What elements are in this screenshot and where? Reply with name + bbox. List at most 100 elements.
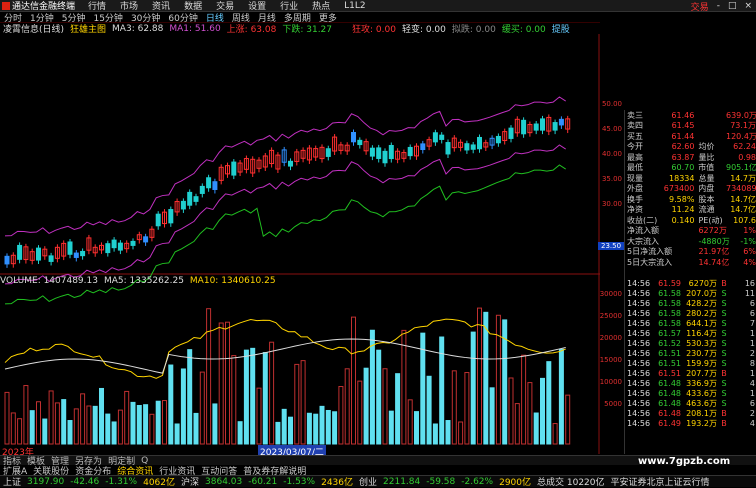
candle-body (67, 241, 73, 255)
quote-row: 卖四 61.45 73.1万 (627, 121, 756, 131)
volume-bar (470, 331, 476, 445)
status-p: -1.53% (283, 476, 316, 487)
volume-bar (432, 423, 438, 445)
trade-list[interactable]: 14:56 61.59 6270万 B 16 14:56 61.58 207.0万 S 11 14:… (624, 278, 756, 454)
volume-header: VOLUME: 1407489.13 MA5: 1335262.25 MA10:… (0, 276, 600, 286)
candle-body (464, 143, 470, 151)
trade-row: 14:56 61.51 207.7万 B 1 (627, 368, 755, 378)
volume-axis-label: 15000 (599, 356, 622, 364)
quote-row: 换手 9.58% 股本 14.7亿 (627, 194, 756, 204)
candle-body (187, 191, 193, 206)
volume-bar (319, 405, 325, 445)
trade-row: 14:56 61.58 207.0万 S 11 (627, 288, 755, 298)
status-p: -1.31% (105, 476, 138, 487)
candle-body (388, 144, 394, 160)
candle-body (533, 123, 539, 131)
quote-row: 最低 60.70 市值 905.1亿 (627, 163, 756, 173)
maximize-button[interactable]: □ (724, 1, 741, 11)
volume-bar (67, 420, 73, 445)
volume-bar (143, 404, 149, 445)
volume-bar (445, 420, 451, 445)
candle-body (495, 135, 501, 144)
candle-body (130, 240, 136, 246)
candle-body (80, 250, 86, 257)
candle-body (117, 242, 123, 251)
ma3-value: MA3: 62.88 (112, 23, 164, 34)
volume-bar (306, 412, 312, 445)
minimize-button[interactable]: - (713, 1, 724, 11)
volume-bar (23, 385, 29, 445)
volume-bar (130, 401, 136, 445)
volume-bar (99, 387, 104, 445)
volume-bar (338, 386, 344, 445)
volume-bar (225, 321, 230, 445)
lower-band-line (4, 144, 566, 285)
volume-bar (288, 416, 293, 445)
volume-axis-label: 10000 (599, 378, 622, 386)
quote-row: 今开 62.60 均价 62.24 (627, 142, 756, 152)
price-axis-label: 30.00 (601, 200, 622, 208)
volume-axis-label: 5000 (604, 400, 622, 408)
volume-bar (325, 409, 331, 445)
volume-bar (458, 421, 464, 445)
volume-bar (155, 400, 161, 445)
candle-body (382, 150, 388, 164)
candle-body (206, 177, 212, 189)
window-controls: 交易 - □ × (687, 0, 756, 13)
volume-bar (275, 421, 281, 445)
volume-bar (180, 368, 186, 445)
volume-bar (489, 387, 495, 445)
trade-row: 14:56 61.51 230.7万 S 2 (627, 348, 755, 358)
candle-body (558, 118, 564, 126)
status-n: 沪深 (181, 478, 200, 488)
volume-bar (73, 408, 79, 445)
trade-button[interactable]: 交易 (687, 0, 713, 13)
volume-bar (187, 349, 193, 445)
status-v: 3197.90 (27, 476, 65, 487)
close-button[interactable]: × (740, 1, 756, 11)
period-30min[interactable]: 30分钟 (127, 11, 164, 24)
volume-bar (111, 421, 117, 445)
volume-bar (558, 348, 564, 445)
trade-row: 14:56 61.57 116.4万 S 1 (627, 328, 755, 338)
price-axis-label: 45.00 (601, 125, 622, 133)
volume-bar (351, 316, 356, 445)
volume-bar (149, 413, 155, 445)
trade-row: 14:56 61.48 336.9万 S 4 (627, 378, 755, 388)
candle-body (521, 119, 527, 135)
volume-bar (540, 377, 545, 445)
info-tabs: 扩展A 关联股份 资金分布 综合资讯 行业资讯 互动问答 普及券存解说明 (0, 465, 756, 477)
volume-bar (376, 349, 382, 445)
status-server: 平安证券北京上证云行情 (610, 478, 710, 488)
volume-bar (508, 377, 514, 445)
quote-row: 大宗流入 -4880万 -1% (627, 236, 756, 246)
candle-body (212, 181, 218, 190)
status-v: 3864.03 (205, 476, 243, 487)
volume-bar (363, 367, 369, 445)
period-60min[interactable]: 60分钟 (164, 11, 201, 24)
candle-body (369, 147, 375, 157)
volume-ma5: MA5: 1335262.25 (103, 276, 184, 286)
price-axis-label: 35.00 (601, 175, 622, 183)
quote-row: 现量 18334 总量 14.7万 (627, 173, 756, 183)
volume-bar (174, 423, 180, 445)
quote-row: 最高 63.87 量比 0.98 (627, 152, 756, 162)
volume-bar (206, 308, 212, 445)
menu-item-l1l2[interactable]: L1L2 (337, 1, 372, 11)
volume-bar (10, 412, 16, 445)
kline-chart[interactable] (0, 34, 600, 454)
volume-bar (136, 404, 142, 445)
volume-bar (237, 421, 243, 445)
volume-bar (483, 311, 489, 445)
candle-body (540, 118, 545, 131)
volume-bar (527, 382, 533, 445)
candle-body (199, 185, 205, 194)
volume-bar (451, 370, 457, 445)
candle-body (111, 239, 117, 249)
volume-bar (92, 405, 98, 445)
quote-row: 买五 61.44 120.4万 (627, 131, 756, 141)
status-a: 2900亿 (499, 478, 531, 488)
candle-body (73, 252, 79, 258)
volume-bar (565, 394, 571, 445)
status-v: 2211.84 (383, 476, 421, 487)
